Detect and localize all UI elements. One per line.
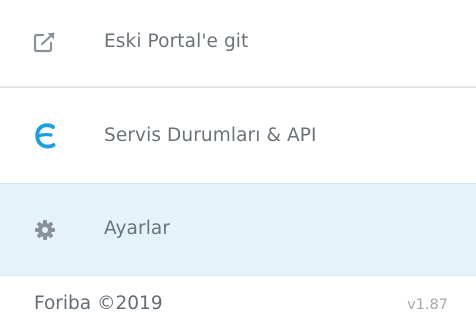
menu-item-service-status[interactable]: Servis Durumları & API: [0, 90, 476, 182]
menu-item-old-portal[interactable]: Eski Portal'e git: [0, 0, 476, 88]
copyright-text: Foriba ©2019: [34, 293, 163, 314]
external-link-icon: [32, 29, 58, 55]
settings-menu: Eski Portal'e git Servis Durumları & API: [0, 0, 476, 336]
menu-footer: Foriba ©2019 v1.87: [0, 277, 476, 336]
menu-item-label: Ayarlar: [104, 218, 171, 239]
menu-item-label: Eski Portal'e git: [104, 31, 249, 52]
e-logo-icon: [32, 123, 58, 149]
menu-item-label: Servis Durumları & API: [104, 125, 317, 146]
gear-icon: [32, 217, 58, 243]
menu-item-settings[interactable]: Ayarlar: [0, 183, 476, 276]
version-label: v1.87: [407, 297, 448, 313]
